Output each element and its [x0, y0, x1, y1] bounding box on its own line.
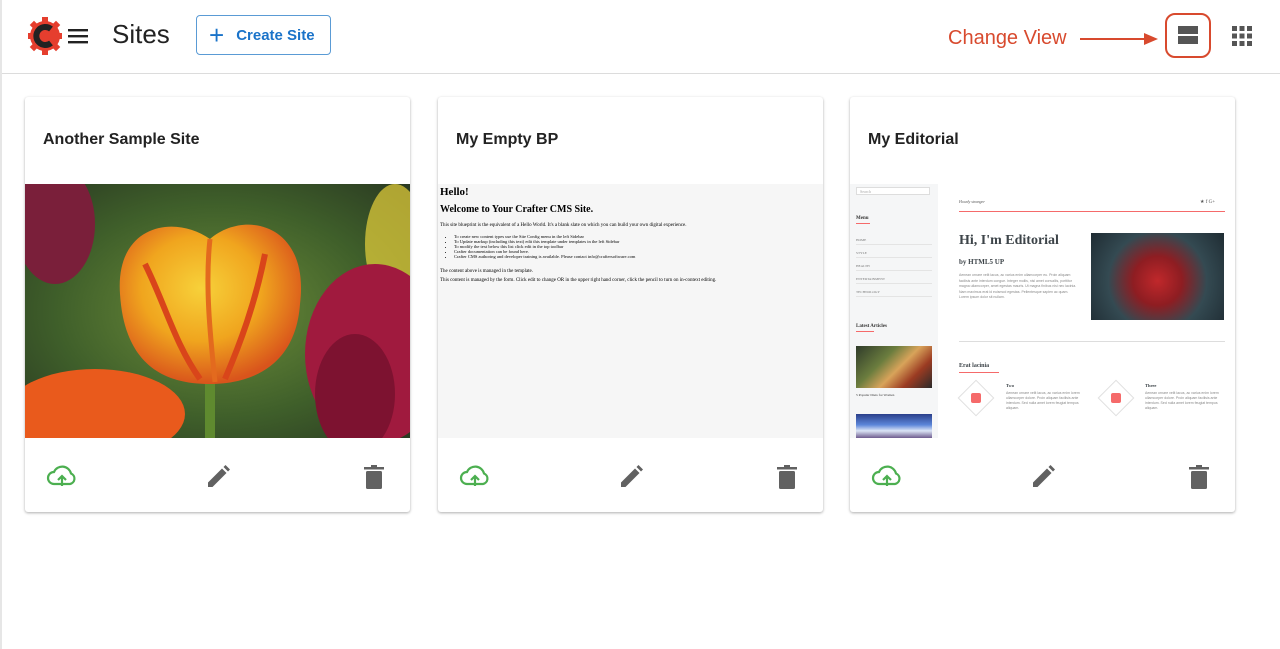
site-card-my-empty-bp[interactable]: My Empty BP Hello! Welcome to Your Craft…: [438, 97, 823, 512]
preview-section-title: Erat lacinia: [959, 363, 990, 369]
annotation-arrow-icon: [1080, 33, 1158, 45]
tulip-image: [25, 184, 410, 438]
edit-button[interactable]: [1026, 460, 1060, 494]
publish-button[interactable]: [45, 460, 79, 494]
preview-feature-icon: [1097, 379, 1135, 417]
preview-menu-item: HOME: [856, 238, 932, 245]
preview-top-text: Howdy stranger: [959, 199, 985, 204]
site-card-actions: [850, 453, 1235, 503]
site-thumbnail[interactable]: [25, 184, 410, 438]
preview-menu-item: TECHNOLOGY: [856, 290, 932, 297]
site-card-title[interactable]: My Empty BP: [456, 131, 558, 149]
trash-icon: [364, 465, 384, 489]
preview-divider: [856, 223, 870, 224]
window-left-edge: [0, 0, 2, 649]
preview-divider: [959, 341, 1225, 342]
site-card-title[interactable]: Another Sample Site: [43, 131, 199, 149]
plus-icon: +: [209, 20, 225, 50]
pencil-icon: [208, 465, 230, 487]
preview-latest-heading: Latest Articles: [856, 324, 887, 329]
pencil-icon: [1033, 465, 1055, 487]
site-card-another-sample-site[interactable]: Another Sample Site: [25, 97, 410, 512]
pencil-icon: [621, 465, 643, 487]
trash-icon: [777, 465, 797, 489]
preview-strawberries-image: [1091, 233, 1224, 320]
preview-feature-icon: [957, 379, 995, 417]
preview-intro: This site blueprint is the equivalent of…: [440, 223, 687, 228]
preview-crowd-image: [856, 414, 932, 438]
delete-button[interactable]: [357, 460, 391, 494]
preview-bullet: Crafter CMS authoring and developer trai…: [454, 254, 821, 259]
preview-feature-title: Three: [1145, 383, 1157, 388]
site-card-title[interactable]: My Editorial: [868, 131, 959, 149]
preview-food-image: [856, 346, 932, 388]
preview-form-note: This content is managed by the form. Cli…: [440, 278, 717, 283]
preview-welcome: Welcome to Your Crafter CMS Site.: [440, 204, 594, 215]
preview-managed: The content above is managed in the temp…: [440, 269, 534, 274]
preview-menu-item: STYLE: [856, 251, 932, 258]
cloud-upload-icon: [871, 465, 901, 486]
delete-button[interactable]: [770, 460, 804, 494]
publish-button[interactable]: [870, 460, 904, 494]
preview-divider: [959, 372, 999, 373]
preview-hello: Hello!: [440, 186, 469, 198]
crafter-logo-icon[interactable]: [28, 17, 62, 55]
cloud-upload-icon: [459, 465, 489, 486]
site-card-actions: [25, 453, 410, 503]
preview-bullets: To create new content types use the Site…: [454, 234, 821, 259]
preview-search: Search: [856, 187, 930, 195]
app-header: Sites + Create Site Change View: [2, 0, 1280, 74]
editorial-preview: Search Menu HOME STYLE HEALTH ENTERTAINM…: [850, 184, 1235, 438]
preview-social-icons: ★ f G+: [1200, 200, 1216, 205]
preview-divider: [856, 331, 874, 332]
edit-button[interactable]: [201, 460, 235, 494]
site-thumbnail[interactable]: Search Menu HOME STYLE HEALTH ENTERTAINM…: [850, 184, 1235, 438]
publish-button[interactable]: [458, 460, 492, 494]
preview-feature-text: Aenean ornare velit lacus, ac varius eni…: [1006, 391, 1080, 410]
empty-bp-preview: Hello! Welcome to Your Crafter CMS Site.…: [438, 184, 823, 438]
create-site-label: Create Site: [236, 26, 315, 44]
create-site-button[interactable]: + Create Site: [196, 15, 331, 55]
preview-menu-heading: Menu: [856, 216, 869, 221]
preview-menu-item: HEALTH: [856, 264, 932, 271]
apps-grid-icon[interactable]: [1231, 25, 1253, 47]
preview-divider: [959, 211, 1225, 212]
cloud-upload-icon: [46, 465, 76, 486]
site-card-actions: [438, 453, 823, 503]
list-view-icon: [1178, 26, 1198, 44]
site-thumbnail[interactable]: Hello! Welcome to Your Crafter CMS Site.…: [438, 184, 823, 438]
preview-latest-caption: 5 Popular Diets for Women: [856, 393, 895, 397]
change-view-annotation: Change View: [948, 27, 1067, 49]
delete-button[interactable]: [1182, 460, 1216, 494]
preview-hero-text: Aenean ornare velit lacus, ac varius eni…: [959, 273, 1077, 299]
hamburger-menu-icon[interactable]: [66, 24, 90, 48]
page-title: Sites: [112, 19, 170, 49]
site-card-my-editorial[interactable]: My Editorial Search Menu HOME STYLE HEAL…: [850, 97, 1235, 512]
edit-button[interactable]: [614, 460, 648, 494]
preview-feature-title: Two: [1006, 383, 1015, 388]
preview-menu-item: ENTERTAINMENT: [856, 277, 932, 284]
preview-hero-sub: by HTML5 UP: [959, 258, 1005, 266]
preview-feature-text: Aenean ornare velit lacus, ac varius eni…: [1145, 391, 1219, 410]
preview-hero-title: Hi, I'm Editorial: [959, 233, 1059, 248]
trash-icon: [1189, 465, 1209, 489]
change-view-button[interactable]: [1165, 13, 1211, 58]
